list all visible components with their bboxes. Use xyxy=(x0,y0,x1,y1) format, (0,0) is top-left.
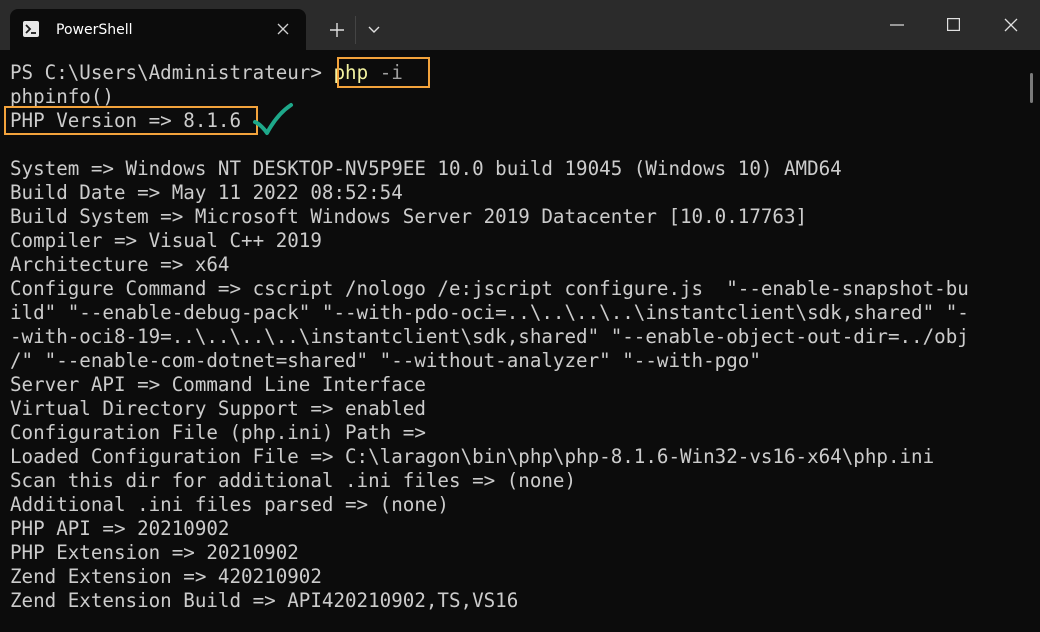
output-line: PHP Extension => 20210902 xyxy=(10,541,299,564)
version-highlight-box xyxy=(4,106,258,135)
window-close-icon[interactable] xyxy=(1004,18,1018,32)
minimize-icon[interactable] xyxy=(890,24,904,26)
output-line: Architecture => x64 xyxy=(10,253,230,276)
chevron-down-icon[interactable] xyxy=(368,26,380,34)
command-highlight-box xyxy=(337,57,430,88)
output-line: Build System => Microsoft Windows Server… xyxy=(10,205,808,228)
output-line: /" "--enable-com-dotnet=shared" "--witho… xyxy=(10,349,761,372)
output-line: PHP API => 20210902 xyxy=(10,517,230,540)
tab-title: PowerShell xyxy=(56,22,133,38)
terminal-output[interactable]: PS C:\Users\Administrateur> php -i phpin… xyxy=(0,50,1040,632)
tab-powershell[interactable]: PowerShell xyxy=(10,9,306,50)
powershell-icon xyxy=(23,21,39,37)
output-line: Configure Command => cscript /nologo /e:… xyxy=(10,277,969,300)
output-line: Zend Extension => 420210902 xyxy=(10,565,322,588)
plus-icon[interactable] xyxy=(329,22,345,38)
close-icon[interactable] xyxy=(277,23,289,35)
prompt-path: PS C:\Users\Administrateur> xyxy=(10,61,322,84)
output-line: Scan this dir for additional .ini files … xyxy=(10,469,577,492)
check-icon xyxy=(253,103,293,135)
output-line: Compiler => Visual C++ 2019 xyxy=(10,229,322,252)
output-line: -with-oci8-19=..\..\..\..\instantclient\… xyxy=(10,325,969,348)
output-line: Loaded Configuration File => C:\laragon\… xyxy=(10,445,935,468)
output-line: System => Windows NT DESKTOP-NV5P9EE 10.… xyxy=(10,157,842,180)
scrollbar-thumb[interactable] xyxy=(1030,73,1033,103)
output-line: Additional .ini files parsed => (none) xyxy=(10,493,449,516)
maximize-icon[interactable] xyxy=(947,18,960,31)
tab-separator xyxy=(355,16,356,44)
output-line: Build Date => May 11 2022 08:52:54 xyxy=(10,181,403,204)
output-line: ild" "--enable-debug-pack" "--with-pdo-o… xyxy=(10,301,969,324)
output-line: Virtual Directory Support => enabled xyxy=(10,397,426,420)
output-line: Server API => Command Line Interface xyxy=(10,373,426,396)
output-line: Configuration File (php.ini) Path => xyxy=(10,421,426,444)
output-line: Zend Extension Build => API420210902,TS,… xyxy=(10,589,519,612)
title-bar: PowerShell xyxy=(0,0,1040,50)
